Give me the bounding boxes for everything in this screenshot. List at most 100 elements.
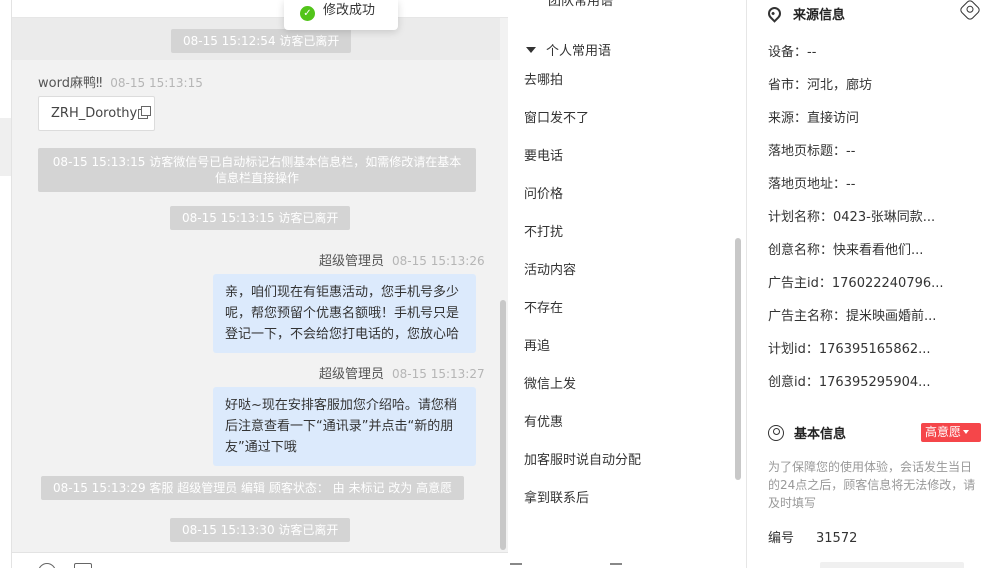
agent-name: 超级管理员 (319, 367, 385, 382)
phrase-item[interactable]: 问价格 (524, 183, 563, 202)
agent-name: 超级管理员 (319, 254, 385, 269)
visitor-name: word麻鸭‼ (38, 76, 103, 91)
info-value: -- (846, 144, 856, 159)
attachment-icon[interactable] (74, 563, 92, 568)
info-label: 创意名称： (768, 243, 834, 258)
info-label: 落地页地址： (768, 177, 847, 192)
info-value: 176395165862... (818, 342, 931, 357)
info-row-advertiser-id: 广告主id：176022240796... (768, 272, 944, 291)
info-row-plan-id: 计划id：176395165862... (768, 338, 931, 357)
phrase-toolbar (508, 563, 746, 568)
common-phrases-panel: 团队常用语 个人常用语 去哪拍 窗口发不了 要电话 问价格 不打扰 活动内容 不… (508, 0, 747, 568)
system-message: 08-15 15:13:15 访客已离开 (170, 206, 351, 230)
visitor-sender: word麻鸭‼ 08-15 15:13:15 (38, 72, 203, 91)
info-value: 快来看看他们... (833, 243, 924, 258)
info-label: 落地页标题： (768, 144, 847, 159)
phrase-item[interactable]: 去哪拍 (524, 69, 563, 88)
phrase-group-label: 个人常用语 (546, 44, 612, 59)
info-label: 省市： (768, 78, 808, 93)
source-info-title: 来源信息 (765, 4, 846, 23)
info-row-creative-id: 创意id：176395295904... (768, 371, 931, 390)
caret-down-icon (526, 47, 536, 53)
basic-info-title: 基本信息 (768, 423, 846, 442)
agent-message-bubble: 好哒~现在安排客服加您介绍哈。请您稍后注意查看一下“通讯录”并点击“新的朋友”通… (213, 387, 476, 466)
phrase-item[interactable]: 有优惠 (524, 411, 563, 430)
phrase-group-team[interactable]: 团队常用语 (548, 0, 613, 9)
agent-message-bubble: 亲，咱们现在有钜惠活动，您手机号多少呢，帮您预留个优惠名额哦！手机号只是登记一下… (213, 274, 476, 353)
visitor-time: 08-15 15:13:15 (110, 76, 203, 90)
info-row-advertiser-name: 广告主名称：提米映画婚前... (768, 305, 936, 324)
info-row-plan-name: 计划名称：0423-张琳同款... (768, 206, 935, 225)
info-value: 直接访问 (807, 111, 860, 126)
info-row-landing-url: 落地页地址：-- (768, 173, 855, 192)
next-field-input[interactable] (820, 562, 964, 568)
chat-scrollbar[interactable] (500, 300, 506, 550)
wechat-id: ZRH_Dorothy (51, 106, 138, 121)
agent-sender: 超级管理员 08-15 15:13:26 (319, 250, 485, 269)
number-label: 编号 (768, 531, 795, 546)
intent-status-dropdown[interactable]: 高意愿 (921, 423, 981, 442)
phrases-scrollbar[interactable] (735, 238, 741, 480)
info-value: -- (846, 177, 856, 192)
info-label: 广告主id： (768, 276, 832, 291)
menu-icon[interactable] (610, 563, 622, 565)
intent-status-value: 高意愿 (925, 425, 962, 439)
info-label: 创意id： (768, 375, 819, 390)
toast-text: 修改成功 (323, 3, 376, 18)
chat-input-toolbar (12, 552, 508, 568)
edit-notice: 为了保障您的使用体验，会话发生当日的24点之后，顾客信息将无法修改，请及时填写 (768, 460, 976, 510)
visitor-wechat-tag[interactable]: ZRH_Dorothy (38, 96, 155, 131)
number-value: 31572 (816, 531, 858, 546)
basic-info-label: 基本信息 (794, 427, 847, 442)
agent-time: 08-15 15:13:26 (392, 254, 485, 268)
caret-down-icon (963, 430, 970, 434)
app-root: 08-15 15:12:54 访客已离开 word麻鸭‼ 08-15 15:13:… (0, 0, 981, 568)
info-label: 设备： (768, 45, 808, 60)
visitor-info-panel: 来源信息 设备：-- 省市：河北，廊坊 来源：直接访问 落地页标题：-- 落地页… (748, 0, 981, 568)
info-label: 计划id： (768, 342, 819, 357)
info-row-city: 省市：河北，廊坊 (768, 74, 872, 93)
info-row-device: 设备：-- (768, 41, 816, 60)
info-label: 来源： (768, 111, 808, 126)
edit-icon[interactable] (510, 563, 522, 565)
system-message: 08-15 15:13:29 客服 超级管理员 编辑 顾客状态： 由 未标记 改… (41, 476, 465, 500)
phrase-item[interactable]: 不打扰 (524, 221, 563, 240)
phrase-item[interactable]: 不存在 (524, 297, 563, 316)
system-message: 08-15 15:12:54 访客已离开 (171, 29, 352, 53)
info-value: 176395295904... (818, 375, 931, 390)
info-row-creative-name: 创意名称：快来看看他们... (768, 239, 923, 258)
location-pin-icon (765, 4, 784, 23)
info-row-source: 来源：直接访问 (768, 107, 859, 126)
info-value: 0423-张琳同款... (833, 210, 936, 225)
system-message: 08-15 15:13:15 访客微信号已自动标记右侧基本信息栏，如需修改请在基… (38, 148, 476, 192)
phrase-item[interactable]: 再追 (524, 335, 550, 354)
chat-topbar (12, 0, 508, 18)
phrase-item[interactable]: 拿到联系后 (524, 487, 589, 506)
info-value: 河北，廊坊 (807, 78, 873, 93)
agent-time: 08-15 15:13:27 (392, 367, 485, 381)
user-icon (768, 425, 784, 441)
visitor-number-row: 编号 31572 (768, 527, 857, 546)
emoji-icon[interactable] (38, 563, 56, 568)
info-value: 提米映画婚前... (846, 309, 937, 324)
system-message: 08-15 15:13:30 访客已离开 (170, 518, 351, 542)
source-info-label: 来源信息 (793, 8, 846, 23)
copy-icon[interactable] (138, 106, 152, 119)
info-label: 计划名称： (768, 210, 834, 225)
info-value: 176022240796... (831, 276, 944, 291)
phrase-item[interactable]: 要电话 (524, 145, 563, 164)
info-row-landing-title: 落地页标题：-- (768, 140, 855, 159)
check-icon: ✓ (300, 6, 315, 21)
info-label: 广告主名称： (768, 309, 847, 324)
settings-icon[interactable] (958, 0, 981, 22)
phrase-group-personal[interactable]: 个人常用语 (526, 40, 611, 59)
phrase-item[interactable]: 微信上发 (524, 373, 576, 392)
phrase-item[interactable]: 加客服时说自动分配 (524, 449, 641, 468)
phrase-item[interactable]: 窗口发不了 (524, 107, 589, 126)
info-value: -- (807, 45, 817, 60)
chat-panel: 08-15 15:12:54 访客已离开 word麻鸭‼ 08-15 15:13:… (12, 0, 508, 552)
agent-sender: 超级管理员 08-15 15:13:27 (319, 363, 485, 382)
success-toast: ✓ 修改成功 (284, 0, 398, 30)
phrase-item[interactable]: 活动内容 (524, 259, 576, 278)
left-gutter (0, 0, 12, 568)
